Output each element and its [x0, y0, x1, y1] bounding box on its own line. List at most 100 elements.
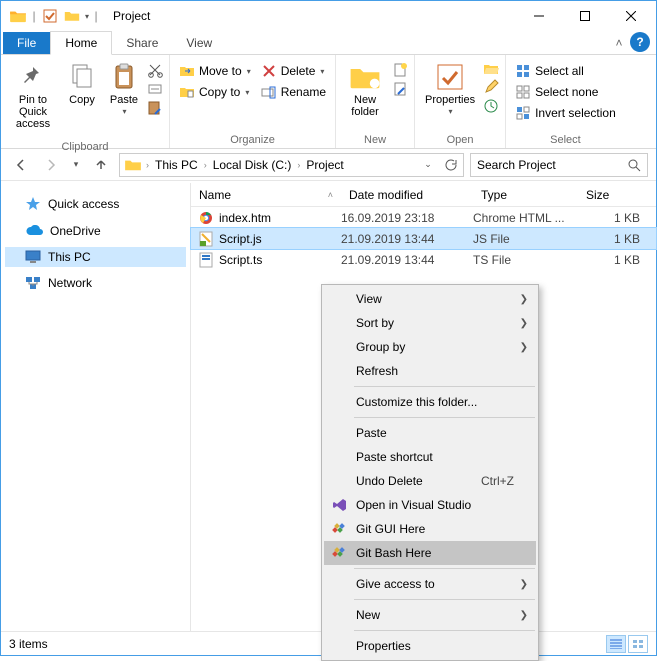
ribbon-tabs: File Home Share View ˄ ? [1, 31, 656, 55]
help-icon[interactable]: ? [630, 32, 650, 52]
rename-button[interactable]: Rename [258, 83, 329, 101]
file-date: 16.09.2019 23:18 [341, 211, 473, 225]
crumb-localdisk[interactable]: Local Disk (C:) [209, 158, 296, 172]
delete-icon [261, 63, 277, 79]
edit-icon[interactable] [483, 79, 499, 95]
crumb-thispc[interactable]: This PC [151, 158, 202, 172]
recent-dropdown[interactable]: ▾ [69, 153, 83, 177]
file-type: JS File [473, 232, 578, 246]
qat-dropdown[interactable]: ▾ [85, 12, 89, 21]
folder-icon [122, 158, 144, 172]
tab-home[interactable]: Home [50, 31, 112, 55]
menu-shortcut: Ctrl+Z [481, 474, 514, 488]
tab-share[interactable]: Share [112, 32, 172, 54]
col-type[interactable]: Type [473, 188, 578, 202]
tab-file[interactable]: File [3, 32, 50, 54]
view-details-button[interactable] [606, 635, 626, 653]
ribbon-collapse-icon[interactable]: ˄ [608, 36, 630, 50]
menu-label: View [356, 292, 382, 306]
col-date[interactable]: Date modified [341, 188, 473, 202]
search-icon [627, 158, 641, 172]
new-item-icon[interactable] [392, 62, 408, 78]
nav-this-pc[interactable]: This PC [5, 247, 186, 267]
cut-icon[interactable] [147, 62, 163, 78]
select-none-button[interactable]: Select none [512, 83, 619, 101]
file-size: 1 KB [578, 211, 656, 225]
menu-item[interactable]: Git GUI Here [324, 517, 536, 541]
file-type: Chrome HTML ... [473, 211, 578, 225]
git-icon [331, 521, 347, 537]
menu-item[interactable]: View [324, 287, 536, 311]
menu-item[interactable]: Git Bash Here [324, 541, 536, 565]
menu-item[interactable]: Group by [324, 335, 536, 359]
quick-access-toolbar: | ▾ | [3, 7, 105, 25]
file-row[interactable]: index.htm16.09.2019 23:18Chrome HTML ...… [191, 207, 656, 228]
item-count: 3 items [9, 637, 48, 651]
open-icon[interactable] [483, 62, 499, 76]
menu-item[interactable]: New [324, 603, 536, 627]
paste-button[interactable]: Paste ▾ [105, 59, 143, 116]
nav-quick-access[interactable]: Quick access [5, 193, 186, 215]
menu-label: Paste shortcut [356, 450, 433, 464]
menu-item[interactable]: Undo DeleteCtrl+Z [324, 469, 536, 493]
menu-label: Properties [356, 639, 411, 653]
easy-access-icon[interactable] [392, 81, 408, 97]
file-name: Script.ts [219, 253, 341, 267]
menu-label: Group by [356, 340, 405, 354]
select-all-button[interactable]: Select all [512, 62, 619, 80]
delete-button[interactable]: Delete▾ [258, 62, 329, 80]
menu-item[interactable]: Customize this folder... [324, 390, 536, 414]
refresh-button[interactable] [439, 158, 461, 172]
history-icon[interactable] [483, 98, 499, 114]
new-folder-button[interactable]: New folder [342, 59, 388, 118]
nav-network[interactable]: Network [5, 273, 186, 293]
crumb-project[interactable]: Project [302, 158, 347, 172]
copy-button[interactable]: Copy [63, 59, 101, 106]
file-row[interactable]: Script.js21.09.2019 13:44JS File1 KB [191, 228, 656, 249]
copy-to-button[interactable]: Copy to▾ [176, 83, 254, 101]
forward-button[interactable] [39, 153, 63, 177]
file-name: index.htm [219, 211, 341, 225]
file-date: 21.09.2019 13:44 [341, 232, 473, 246]
move-to-button[interactable]: Move to▾ [176, 62, 254, 80]
up-button[interactable] [89, 153, 113, 177]
tab-view[interactable]: View [172, 32, 226, 54]
folder-icon [9, 7, 27, 25]
network-icon [25, 276, 41, 290]
maximize-button[interactable] [562, 1, 608, 31]
menu-item[interactable]: Give access to [324, 572, 536, 596]
paste-shortcut-icon[interactable] [147, 100, 163, 116]
col-name: Name˄ [191, 188, 341, 202]
move-icon [179, 63, 195, 79]
pin-quick-access-button[interactable]: Pin to Quick access ▾ [7, 59, 59, 140]
properties-icon[interactable] [41, 7, 59, 25]
menu-item: Paste [324, 421, 536, 445]
copy-icon [66, 61, 98, 93]
column-headers[interactable]: Name˄ Date modified Type Size [191, 183, 656, 207]
group-organize: Move to▾ Copy to▾ Delete▾ Rename Organiz… [170, 55, 336, 148]
menu-item[interactable]: Refresh [324, 359, 536, 383]
address-bar[interactable]: › This PC› Local Disk (C:)› Project ⌄ [119, 153, 464, 177]
addr-dropdown[interactable]: ⌄ [417, 158, 439, 172]
qat-separator: | [93, 7, 99, 25]
group-open: Properties ▾ Open [415, 55, 506, 148]
properties-button[interactable]: Properties ▾ [421, 59, 479, 116]
view-large-button[interactable] [628, 635, 648, 653]
menu-item[interactable]: Sort by [324, 311, 536, 335]
invert-icon [515, 105, 531, 121]
minimize-button[interactable] [516, 1, 562, 31]
folder-small-icon[interactable] [63, 7, 81, 25]
pc-icon [25, 250, 41, 264]
menu-item[interactable]: Open in Visual Studio [324, 493, 536, 517]
search-box[interactable]: Search Project [470, 153, 648, 177]
close-button[interactable] [608, 1, 654, 31]
copy-path-icon[interactable] [147, 81, 163, 97]
invert-selection-button[interactable]: Invert selection [512, 104, 619, 122]
window-title: Project [113, 9, 150, 23]
nav-onedrive[interactable]: OneDrive [5, 221, 186, 241]
file-row[interactable]: Script.ts21.09.2019 13:44TS File1 KB [191, 249, 656, 270]
menu-item[interactable]: Properties [324, 634, 536, 658]
col-size[interactable]: Size [578, 188, 656, 202]
context-menu: View Sort by Group by Refresh Customize this… [321, 284, 539, 661]
back-button[interactable] [9, 153, 33, 177]
